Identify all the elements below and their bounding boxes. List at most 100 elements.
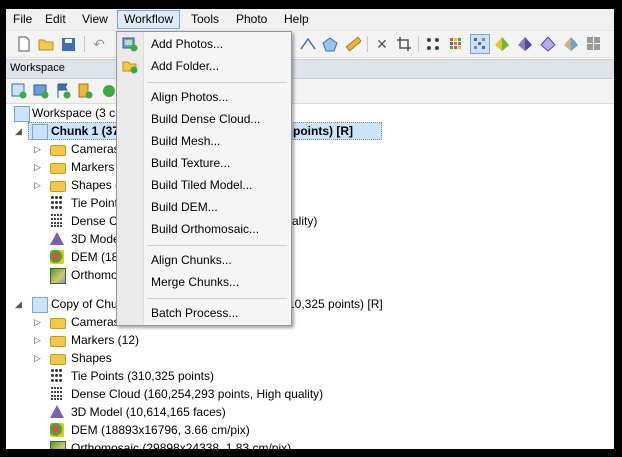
save-icon[interactable] — [59, 35, 77, 53]
workspace-tree: Workspace (3 ch ◢ Chunk 1 (37 points) [R… — [6, 104, 614, 449]
dense-cloud-icon — [51, 387, 65, 401]
chunk-label-tail: points) [R] — [293, 124, 353, 138]
open-folder-icon[interactable] — [37, 35, 55, 53]
collapse-arrow-icon[interactable]: ◢ — [15, 122, 22, 140]
tree-item-label: Markers — [71, 160, 115, 174]
tie-points-icon — [51, 369, 65, 383]
folder-icon — [50, 181, 66, 192]
menu-item-align-photos[interactable]: Align Photos... — [151, 87, 228, 107]
expand-arrow-icon[interactable]: ▷ — [34, 313, 41, 331]
workspace-panel-header: Workspace — [6, 59, 614, 79]
expand-arrow-icon[interactable]: ▷ — [34, 331, 41, 349]
model-wireframe-icon[interactable] — [539, 35, 557, 53]
add-shape-icon[interactable] — [76, 82, 94, 100]
add-marker-icon[interactable] — [54, 82, 72, 100]
menubar: File Edit View Workflow Tools Photo Help — [6, 9, 614, 31]
tree-item-label: DEM (18 — [71, 250, 119, 264]
tree-item-label: 3D Model (10,614,165 faces) — [71, 405, 226, 419]
orthomosaic-icon — [50, 441, 66, 449]
tree-item-label: Markers (12) — [71, 333, 140, 347]
undo-icon[interactable]: ↶ — [90, 35, 108, 53]
tie-points-icon[interactable] — [424, 35, 442, 53]
crop-icon[interactable] — [395, 35, 413, 53]
folder-icon — [50, 336, 66, 347]
model-icon — [50, 405, 64, 418]
tree-item-label: Dense Cl — [71, 214, 121, 228]
menu-item-batch-process[interactable]: Batch Process... — [151, 303, 238, 323]
add-folder-icon — [122, 58, 138, 74]
menu-edit[interactable]: Edit — [39, 11, 72, 28]
menu-icon-gutter — [117, 32, 144, 325]
tree-item-label: Shapes ( — [71, 178, 120, 192]
tree-item-label: Tie Points (310,325 points) — [71, 369, 214, 383]
folder-icon — [50, 318, 66, 329]
model-shaded-icon[interactable] — [493, 35, 511, 53]
menu-item-align-chunks[interactable]: Align Chunks... — [151, 250, 232, 270]
menu-workflow[interactable]: Workflow — [117, 10, 181, 29]
tree-item-label: Orthomosaic (29898x24338, 1.83 cm/pix) — [71, 441, 292, 449]
menu-item-merge-chunks[interactable]: Merge Chunks... — [151, 272, 239, 292]
add-photos-icon — [122, 36, 138, 52]
expand-arrow-icon[interactable]: ▷ — [34, 140, 41, 158]
add-chunk-icon[interactable] — [10, 82, 28, 100]
dense-cloud-classes-icon[interactable] — [470, 34, 490, 54]
menu-view[interactable]: View — [76, 11, 114, 28]
tie-points-icon — [51, 196, 65, 210]
model-icon — [50, 232, 64, 245]
model-textured-icon[interactable] — [562, 35, 580, 53]
workspace-icon — [14, 106, 30, 122]
expand-arrow-icon[interactable]: ▷ — [34, 158, 41, 176]
menu-item-build-orthomosaic[interactable]: Build Orthomosaic... — [151, 219, 259, 239]
menu-item-build-dem[interactable]: Build DEM... — [151, 197, 218, 217]
app-window: File Edit View Workflow Tools Photo Help… — [6, 9, 614, 449]
menu-item-build-mesh[interactable]: Build Mesh... — [151, 131, 220, 151]
chunk-label-tail: 10,325 points) [R] — [288, 297, 383, 311]
dense-cloud-color-icon[interactable] — [447, 35, 465, 53]
menu-separator — [147, 82, 287, 83]
main-toolbar: ↶ ✕ — [6, 31, 614, 58]
folder-icon — [50, 163, 66, 174]
collapse-arrow-icon[interactable]: ◢ — [15, 295, 22, 313]
chunk-icon — [32, 297, 48, 313]
expand-arrow-icon[interactable]: ▷ — [34, 176, 41, 194]
menu-item-build-tiled-model[interactable]: Build Tiled Model... — [151, 175, 252, 195]
menu-item-add-folder[interactable]: Add Folder... — [151, 56, 219, 76]
polygon-icon[interactable] — [321, 35, 339, 53]
tree-item-label: Cameras — [71, 315, 120, 329]
tree-item-label-tail: ality) — [292, 214, 318, 228]
workflow-dropdown-menu: Add Photos... Add Folder... Align Photos… — [116, 31, 292, 326]
tree-item-label: Orthomo — [71, 268, 118, 282]
menu-file[interactable]: File — [7, 11, 38, 28]
menu-photo[interactable]: Photo — [230, 11, 273, 28]
ruler-icon[interactable] — [344, 35, 362, 53]
delete-icon[interactable]: ✕ — [373, 35, 391, 53]
ruler-path-icon[interactable] — [299, 35, 317, 53]
expand-arrow-icon[interactable]: ▷ — [34, 349, 41, 367]
menu-help[interactable]: Help — [278, 11, 315, 28]
add-photos-icon[interactable] — [32, 82, 50, 100]
tree-item-label: Dense Cloud (160,254,293 points, High qu… — [71, 387, 324, 401]
model-solid-icon[interactable] — [516, 35, 534, 53]
dense-cloud-icon — [51, 214, 65, 228]
tree-item-label: DEM (18893x16796, 3.66 cm/pix) — [71, 423, 250, 437]
toolbar-separator — [84, 36, 85, 52]
dem-icon — [50, 423, 64, 437]
folder-icon — [50, 354, 66, 365]
menu-tools[interactable]: Tools — [185, 11, 225, 28]
menu-item-build-texture[interactable]: Build Texture... — [151, 153, 230, 173]
chunk-label: Chunk 1 (37 — [51, 124, 120, 138]
menu-separator — [147, 245, 287, 246]
menu-item-build-dense-cloud[interactable]: Build Dense Cloud... — [151, 109, 260, 129]
tiled-model-icon[interactable] — [585, 35, 603, 53]
orthomosaic-icon — [50, 268, 66, 284]
workspace-toolbar — [6, 79, 614, 104]
menu-item-add-photos[interactable]: Add Photos... — [151, 34, 223, 54]
toolbar-separator — [418, 36, 419, 52]
tree-item-label: Shapes — [71, 351, 112, 365]
dem-icon — [50, 250, 64, 264]
chunk-icon — [32, 124, 48, 140]
folder-icon — [50, 145, 66, 156]
new-document-icon[interactable] — [15, 35, 33, 53]
tree-item-label: 3D Model — [71, 232, 123, 246]
menu-separator — [147, 298, 287, 299]
